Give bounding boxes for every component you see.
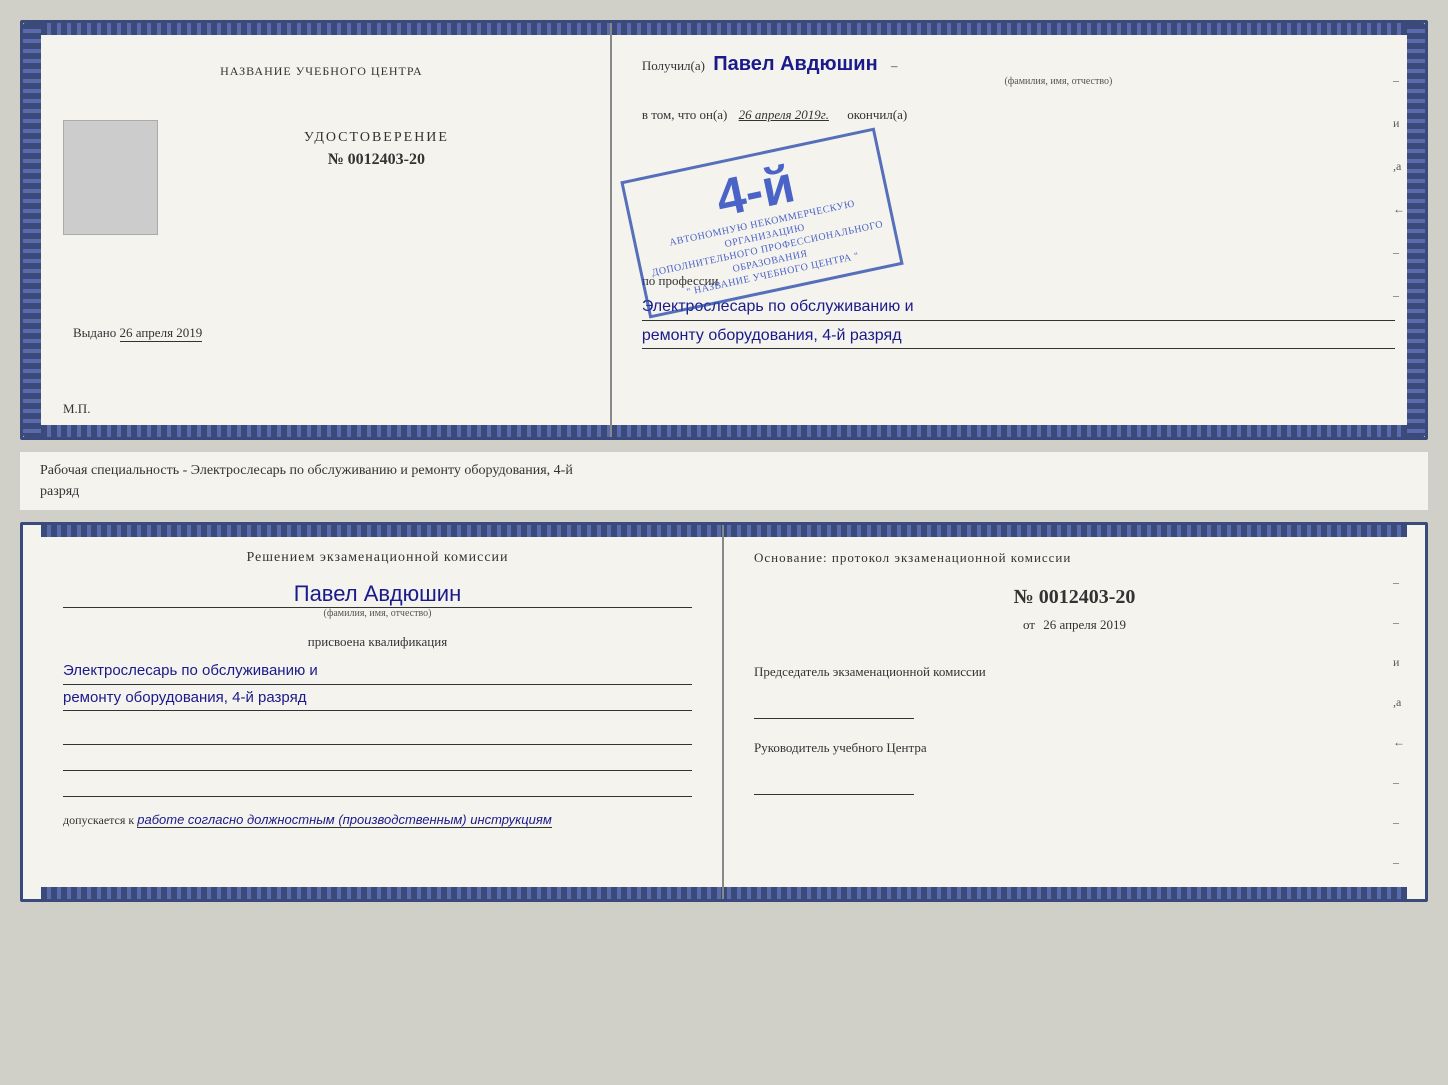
qualification-assigned: присвоена квалификация <box>63 634 692 650</box>
stamp-text-line1: АВТОНОМНУЮ НЕКОММЕРЧЕСКУЮ ОРГАНИЗАЦИЮ <box>644 192 882 267</box>
stamp-grade: 4-й <box>711 158 798 225</box>
in-that-label: в том, что он(а) <box>642 107 728 122</box>
name-subtitle: (фамилия, имя, отчество) <box>63 608 692 619</box>
booklet-left: НАЗВАНИЕ УЧЕБНОГО ЦЕНТРА УДОСТОВЕРЕНИЕ №… <box>23 23 612 437</box>
person-subtitle: (фамилия, имя, отчество) <box>722 76 1395 87</box>
qualification-line1: Электрослесарь по обслуживанию и <box>63 658 692 685</box>
from-date: от 26 апреля 2019 <box>754 617 1395 633</box>
cert-number-value: 0012403-20 <box>348 151 425 168</box>
profession-line1: Электрослесарь по обслуживанию и <box>642 294 1395 321</box>
photo-placeholder <box>63 120 158 235</box>
page-wrapper: НАЗВАНИЕ УЧЕБНОГО ЦЕНТРА УДОСТОВЕРЕНИЕ №… <box>20 20 1428 902</box>
issued-label: Выдано <box>73 325 116 340</box>
booklet2-right: Основание: протокол экзаменационной коми… <box>724 525 1425 899</box>
mp-label: М.П. <box>63 401 90 417</box>
допускается-section: допускается к работе согласно должностны… <box>63 812 692 828</box>
sig-line-2 <box>63 749 692 771</box>
chairman-sig-line <box>754 689 914 719</box>
org-name-top: НАЗВАНИЕ УЧЕБНОГО ЦЕНТРА <box>220 63 423 80</box>
finished-label: окончил(а) <box>847 107 907 122</box>
protocol-prefix: № <box>1014 586 1034 608</box>
profession-label: по профессии <box>642 273 1395 289</box>
from-prefix: от <box>1023 617 1035 632</box>
middle-line1: Рабочая специальность - Электрослесарь п… <box>40 463 573 478</box>
bottom-booklet: Решением экзаменационной комиссии Павел … <box>20 522 1428 902</box>
sig-line-3 <box>63 775 692 797</box>
osnov-title: Основание: протокол экзаменационной коми… <box>754 550 1395 566</box>
received-label: Получил(а) <box>642 58 705 73</box>
top-booklet: НАЗВАНИЕ УЧЕБНОГО ЦЕНТРА УДОСТОВЕРЕНИЕ №… <box>20 20 1428 440</box>
received-section: Получил(а) Павел Авдюшин – (фамилия, имя… <box>642 53 1395 87</box>
middle-line2: разряд <box>40 484 79 499</box>
protocol-number-value: 0012403-20 <box>1039 586 1136 608</box>
profession-section: по профессии Электрослесарь по обслужива… <box>642 273 1395 349</box>
person-name-large: Павел Авдюшин <box>63 581 692 608</box>
in-that-section: в том, что он(а) 26 апреля 2019г. окончи… <box>642 107 1395 123</box>
person-name-handwritten: Павел Авдюшин <box>713 53 877 75</box>
cert-number-prefix: № <box>328 151 344 168</box>
profession-line2: ремонту оборудования, 4-й разряд <box>642 323 1395 350</box>
issued-date: 26 апреля 2019 <box>120 325 203 342</box>
booklet2-left: Решением экзаменационной комиссии Павел … <box>23 525 724 899</box>
protocol-number: № 0012403-20 <box>754 586 1395 609</box>
from-date-value: 26 апреля 2019 <box>1043 617 1126 632</box>
side-marks-bottom: – – и ,а ← – – – <box>1393 575 1405 870</box>
допускается-label: допускается к <box>63 813 134 827</box>
dash-top: – <box>891 58 898 73</box>
допускается-value: работе согласно должностным (производств… <box>137 812 552 828</box>
middle-text: Рабочая специальность - Электрослесарь п… <box>20 452 1428 510</box>
booklet-right: Получил(а) Павел Авдюшин – (фамилия, имя… <box>612 23 1425 437</box>
director-sig-line <box>754 765 914 795</box>
side-marks-top: – и ,а ← – – <box>1393 73 1405 303</box>
qualification-line2: ремонту оборудования, 4-й разряд <box>63 685 692 712</box>
director-label: Руководитель учебного Центра <box>754 739 1395 757</box>
cert-issued: Выдано 26 апреля 2019 <box>63 325 580 341</box>
decision-title: Решением экзаменационной комиссии <box>63 550 692 566</box>
signature-lines <box>63 723 692 797</box>
chairman-label: Председатель экзаменационной комиссии <box>754 663 1395 681</box>
sig-line-1 <box>63 723 692 745</box>
date-value: 26 апреля 2019г. <box>739 107 829 122</box>
